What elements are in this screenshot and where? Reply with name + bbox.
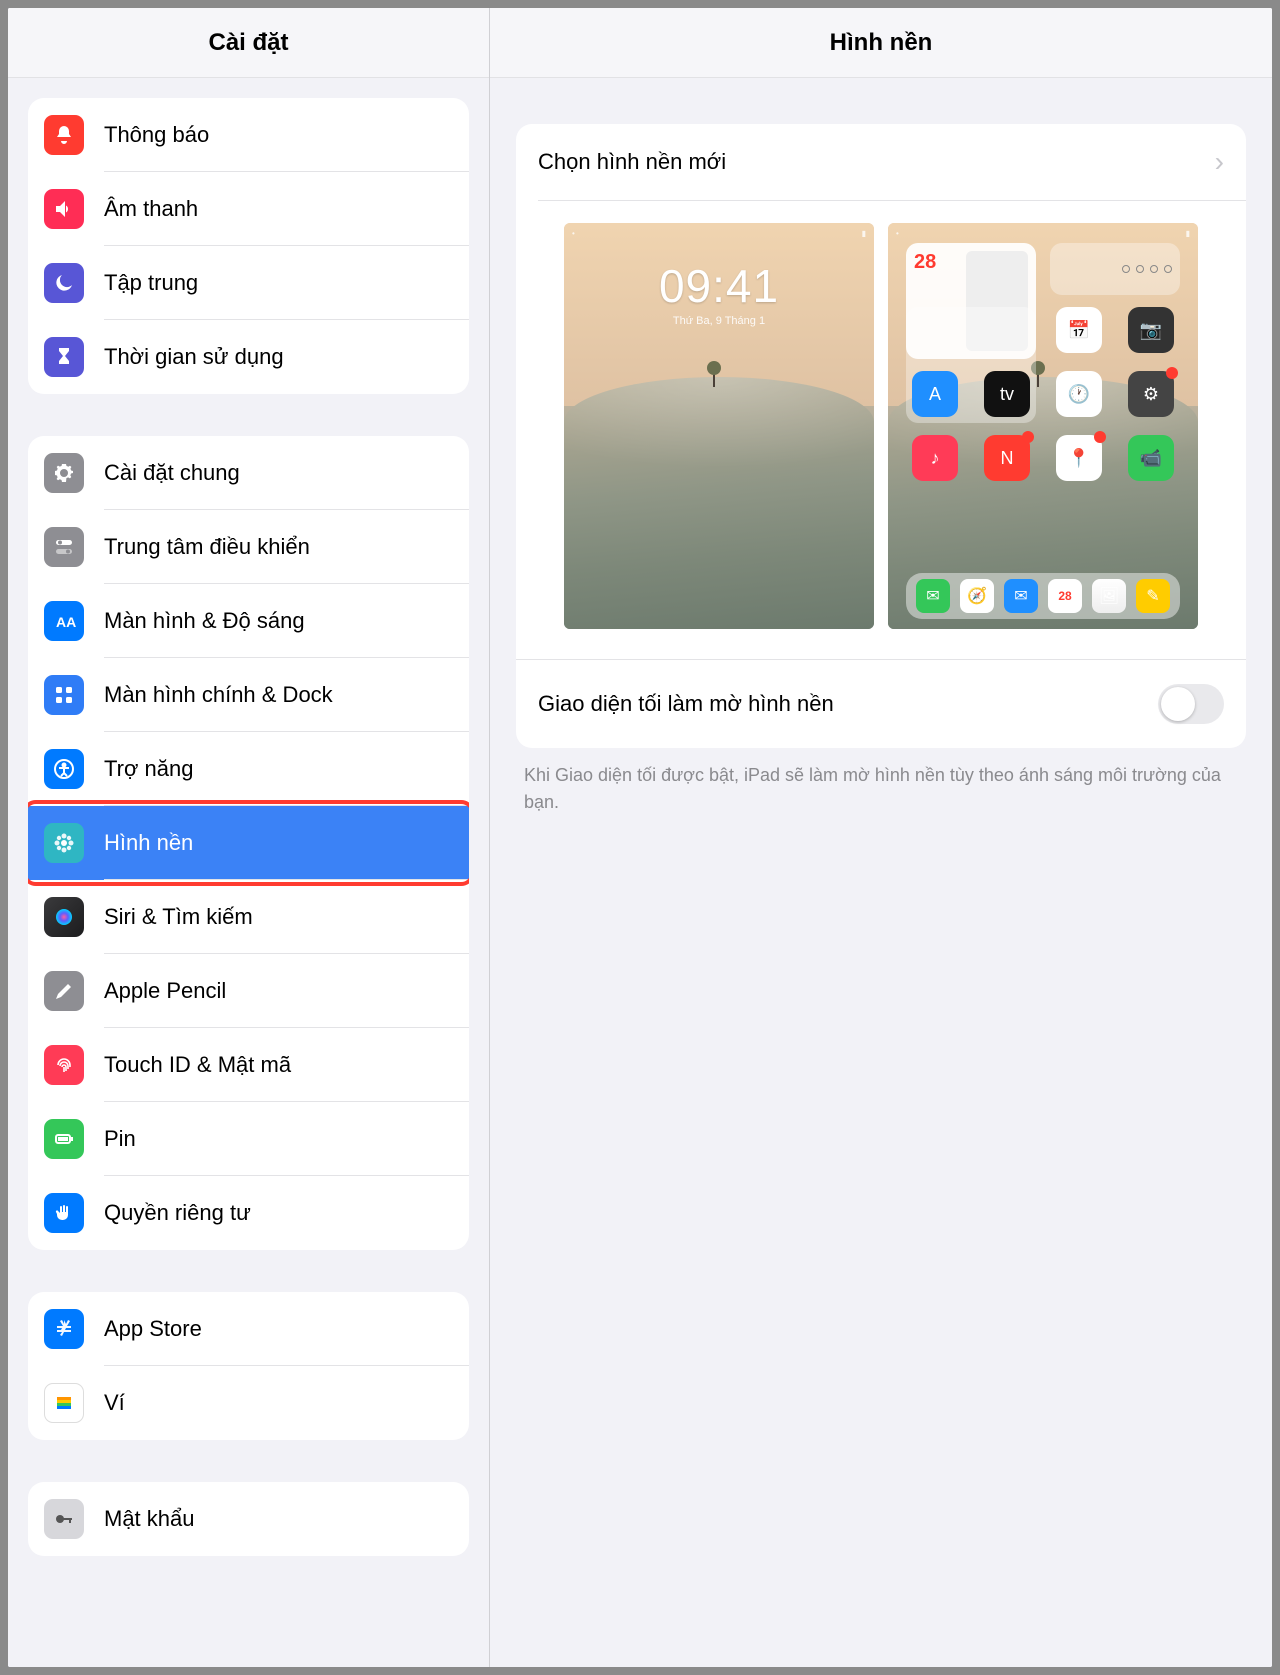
hand-icon [44,1193,84,1233]
sidebar-item-label: Thông báo [104,122,209,148]
sidebar-item-label: Màn hình & Độ sáng [104,608,305,634]
sidebar-group: Thông báo Âm thanh Tập trung [28,98,469,394]
toggles-icon [44,527,84,567]
appstore-icon [44,1309,84,1349]
sidebar-item-label: Hình nền [104,830,193,856]
sidebar-item-label: App Store [104,1316,202,1342]
sidebar-group: Cài đặt chung Trung tâm điều khiển AA Mà… [28,436,469,1250]
app-icon: 📍 [1056,435,1102,481]
speaker-icon [44,189,84,229]
sidebar-item-wallpaper[interactable]: Hình nền [28,806,469,880]
lock-clock: 09:41 Thứ Ba, 9 Tháng 1 [564,259,874,327]
settings-app: Cài đặt Thông báo Âm thanh [8,8,1272,1667]
app-icon: ⚙ [1128,371,1174,417]
app-icon: N [984,435,1030,481]
sidebar-item-focus[interactable]: Tập trung [28,246,469,320]
wallet-icon [44,1383,84,1423]
sidebar-item-label: Pin [104,1126,136,1152]
app-icon: 📹 [1128,435,1174,481]
sidebar-item-label: Trợ năng [104,756,193,782]
sidebar-item-display[interactable]: AA Màn hình & Độ sáng [28,584,469,658]
sidebar-item-label: Màn hình chính & Dock [104,682,333,708]
gear-icon [44,453,84,493]
dark-dim-row: Giao diện tối làm mờ hình nền [516,660,1246,748]
sidebar-item-label: Touch ID & Mật mã [104,1052,291,1078]
sidebar-scroll[interactable]: Thông báo Âm thanh Tập trung [8,78,489,1667]
bell-icon [44,115,84,155]
sidebar: Cài đặt Thông báo Âm thanh [8,8,490,1667]
sidebar-item-label: Âm thanh [104,196,198,222]
sidebar-item-touchid[interactable]: Touch ID & Mật mã [28,1028,469,1102]
lockscreen-preview[interactable]: •▮ 09:41 Thứ Ba, 9 Tháng 1 [564,223,874,629]
sidebar-item-notifications[interactable]: Thông báo [28,98,469,172]
sidebar-item-screentime[interactable]: Thời gian sử dụng [28,320,469,394]
sidebar-item-label: Trung tâm điều khiển [104,534,310,560]
sidebar-item-wallet[interactable]: Ví [28,1366,469,1440]
sidebar-item-control-center[interactable]: Trung tâm điều khiển [28,510,469,584]
sidebar-group: App Store Ví [28,1292,469,1440]
textsize-icon: AA [44,601,84,641]
footer-note: Khi Giao diện tối được bật, iPad sẽ làm … [516,748,1246,816]
sidebar-item-accessibility[interactable]: Trợ năng [28,732,469,806]
pencil-icon [44,971,84,1011]
app-icon: tv [984,371,1030,417]
siri-icon [44,897,84,937]
pager-widget [1050,243,1180,295]
sidebar-item-pencil[interactable]: Apple Pencil [28,954,469,1028]
accessibility-icon [44,749,84,789]
sidebar-item-label: Apple Pencil [104,978,226,1004]
sidebar-item-homescreen[interactable]: Màn hình chính & Dock [28,658,469,732]
sidebar-item-label: Ví [104,1390,125,1416]
key-icon [44,1499,84,1539]
sidebar-item-label: Quyền riêng tư [104,1200,251,1226]
sidebar-header: Cài đặt [8,8,489,78]
sidebar-item-appstore[interactable]: App Store [28,1292,469,1366]
wallpaper-card: Chọn hình nền mới › •▮ 09:41 Thứ Ba, 9 T… [516,124,1246,748]
app-icon: 📅 [1056,307,1102,353]
fingerprint-icon [44,1045,84,1085]
choose-wallpaper-label: Chọn hình nền mới [538,149,726,175]
hourglass-icon [44,337,84,377]
battery-icon [44,1119,84,1159]
home-grid: 28 📅 📷 A tv 🕐 ⚙ [906,243,1180,573]
homescreen-preview[interactable]: •▮ 28 📅 📷 A [888,223,1198,629]
app-icon: A [912,371,958,417]
choose-wallpaper-row[interactable]: Chọn hình nền mới › [516,124,1246,200]
detail-title: Hình nền [830,29,933,57]
sidebar-item-siri[interactable]: Siri & Tìm kiếm [28,880,469,954]
app-icon: ♪ [912,435,958,481]
flower-icon [44,823,84,863]
dock: ✉ 🧭 ✉ 28 🖼 ✎ [906,573,1180,619]
sidebar-item-label: Cài đặt chung [104,460,240,486]
sidebar-item-battery[interactable]: Pin [28,1102,469,1176]
app-icon: 🕐 [1056,371,1102,417]
sidebar-group: Mật khẩu [28,1482,469,1556]
moon-icon [44,263,84,303]
app-icon: 📷 [1128,307,1174,353]
dark-dim-label: Giao diện tối làm mờ hình nền [538,691,834,717]
dark-dim-toggle[interactable] [1158,684,1224,724]
sidebar-item-label: Mật khẩu [104,1506,195,1532]
sidebar-item-label: Siri & Tìm kiếm [104,904,253,930]
detail-header: Hình nền [490,8,1272,78]
svg-text:AA: AA [56,614,76,630]
sidebar-item-sounds[interactable]: Âm thanh [28,172,469,246]
detail-pane: Hình nền Chọn hình nền mới › •▮ 09:41 [490,8,1272,1667]
sidebar-item-privacy[interactable]: Quyền riêng tư [28,1176,469,1250]
detail-body: Chọn hình nền mới › •▮ 09:41 Thứ Ba, 9 T… [490,78,1272,816]
sidebar-item-passwords[interactable]: Mật khẩu [28,1482,469,1556]
wallpaper-previews: •▮ 09:41 Thứ Ba, 9 Tháng 1 •▮ 28 [516,201,1246,659]
grid-icon [44,675,84,715]
sidebar-item-general[interactable]: Cài đặt chung [28,436,469,510]
sidebar-title: Cài đặt [208,29,288,57]
chevron-right-icon: › [1215,146,1224,178]
sidebar-item-label: Tập trung [104,270,198,296]
sidebar-item-label: Thời gian sử dụng [104,344,284,370]
